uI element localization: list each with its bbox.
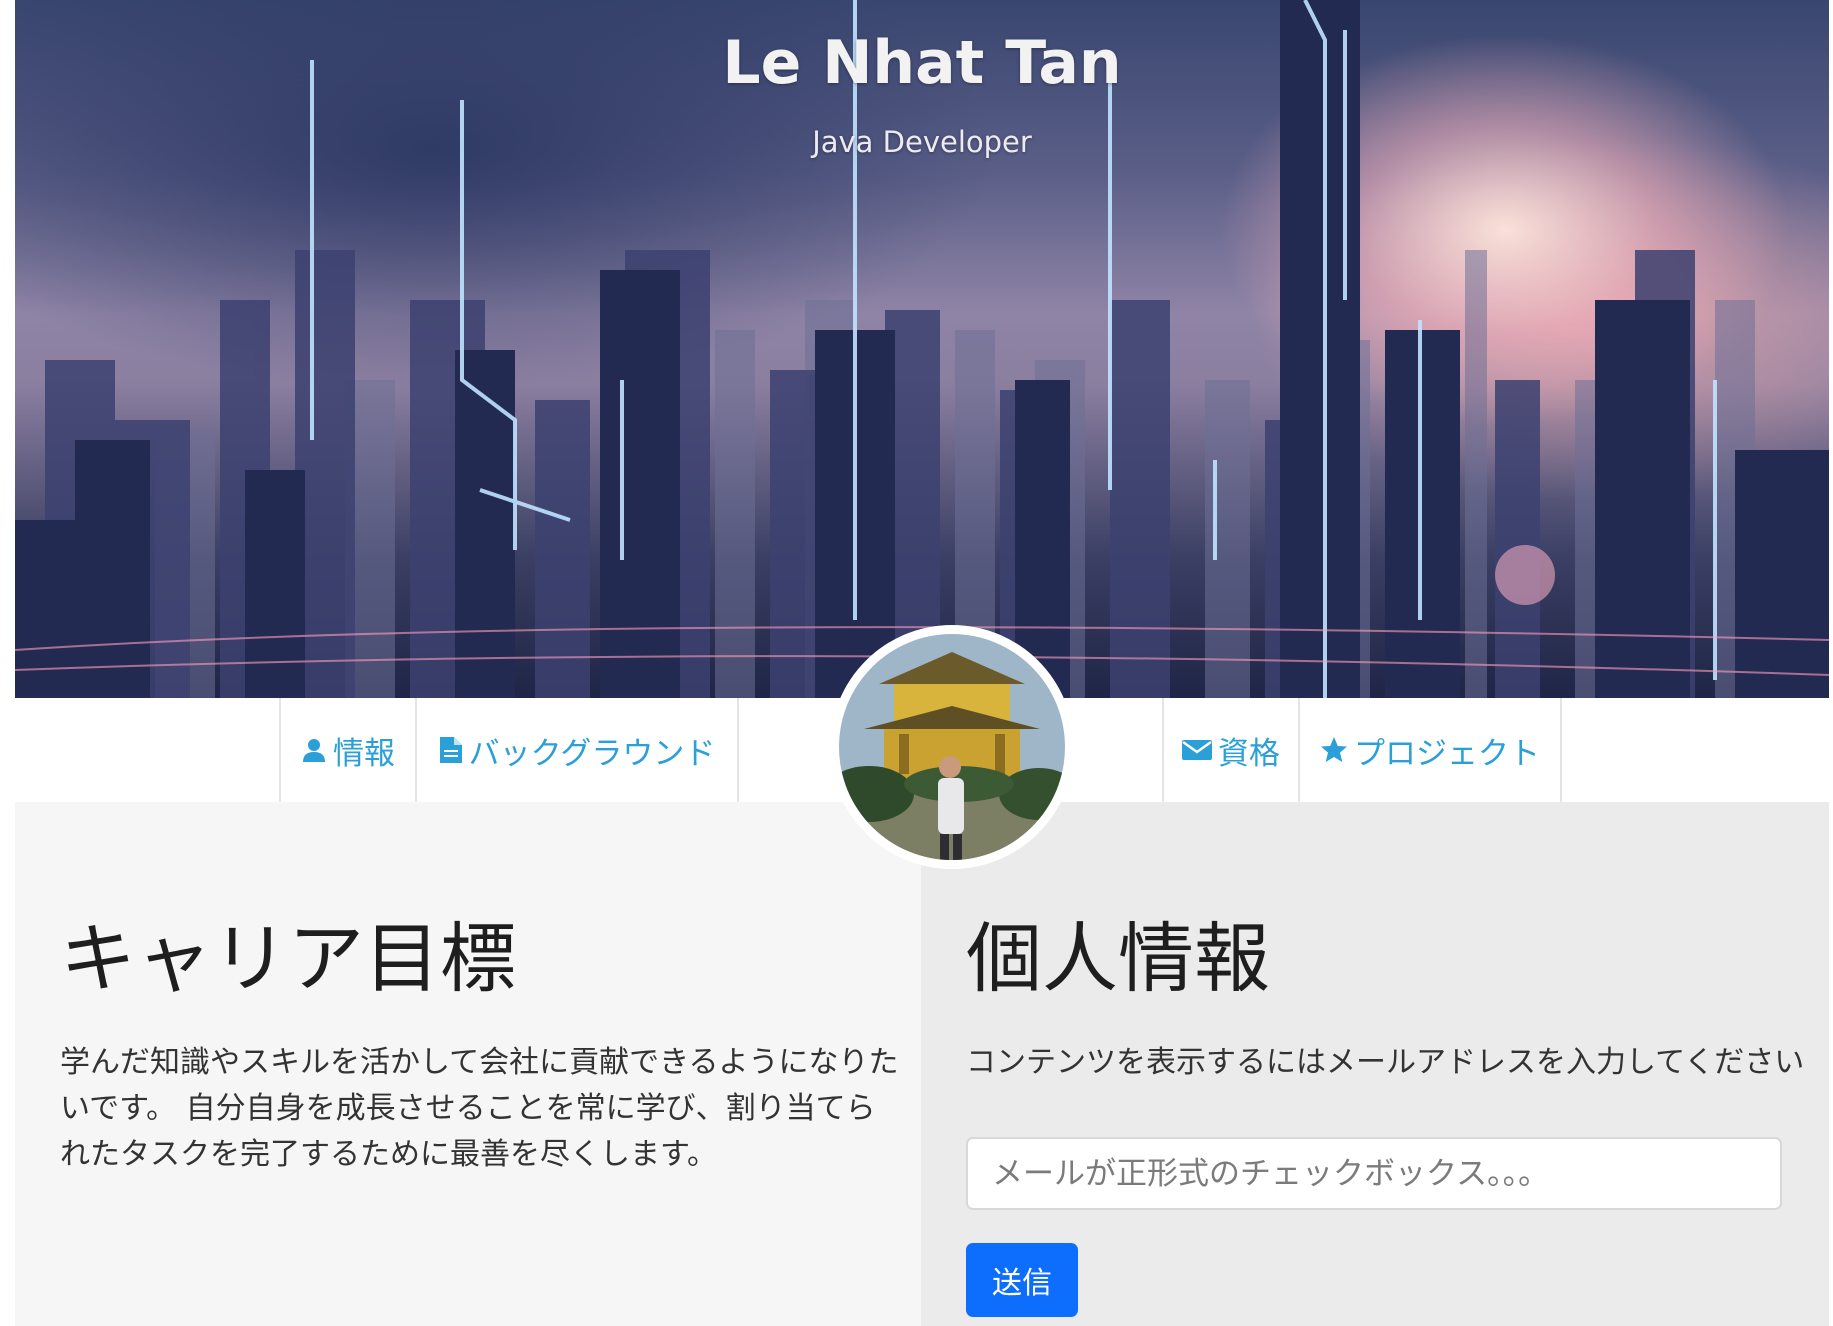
- career-objective-section: キャリア目標 学んだ知識やスキルを活かして会社に貢献できるようになりたいです。 …: [15, 802, 921, 1326]
- envelope-icon: [1182, 738, 1212, 762]
- nav-item-label: バックグラウンド: [468, 735, 716, 772]
- submit-button[interactable]: 送信: [966, 1243, 1078, 1317]
- email-input[interactable]: [966, 1137, 1782, 1210]
- personal-info-section: 個人情報 コンテンツを表示するにはメールアドレスを入力してください 送信: [921, 802, 1829, 1326]
- personal-info-heading: 個人情報: [966, 914, 1270, 1003]
- file-icon: [439, 736, 463, 764]
- user-icon: [301, 737, 327, 763]
- nav-divider: [1560, 698, 1562, 802]
- career-objective-heading: キャリア目標: [60, 914, 516, 1003]
- email-prompt-text: コンテンツを表示するにはメールアドレスを入力してください: [966, 1045, 1805, 1080]
- profile-job-title: Java Developer: [812, 125, 1032, 159]
- profile-page: Le Nhat Tan Java Developer 情報 バックグラウンド 資…: [0, 0, 1833, 1326]
- nav-item-label: 資格: [1218, 735, 1280, 772]
- nav-item-label: 情報: [333, 735, 395, 772]
- profile-avatar: [830, 625, 1074, 869]
- city-skyline-image: [15, 0, 1829, 698]
- nav-item-qualifications[interactable]: 資格: [1162, 698, 1298, 802]
- nav-divider: [737, 698, 739, 802]
- career-objective-text: 学んだ知識やスキルを活かして会社に貢献できるようになりたいです。 自分自身を成長…: [60, 1045, 899, 1172]
- nav-item-background[interactable]: バックグラウンド: [415, 698, 737, 802]
- avatar-photo: [839, 634, 1065, 860]
- star-icon: [1320, 736, 1348, 764]
- nav-item-label: プロジェクト: [1354, 735, 1540, 772]
- profile-name: Le Nhat Tan: [722, 28, 1122, 98]
- nav-item-projects[interactable]: プロジェクト: [1298, 698, 1560, 802]
- nav-item-info[interactable]: 情報: [279, 698, 415, 802]
- hero-banner: Le Nhat Tan Java Developer: [15, 0, 1829, 698]
